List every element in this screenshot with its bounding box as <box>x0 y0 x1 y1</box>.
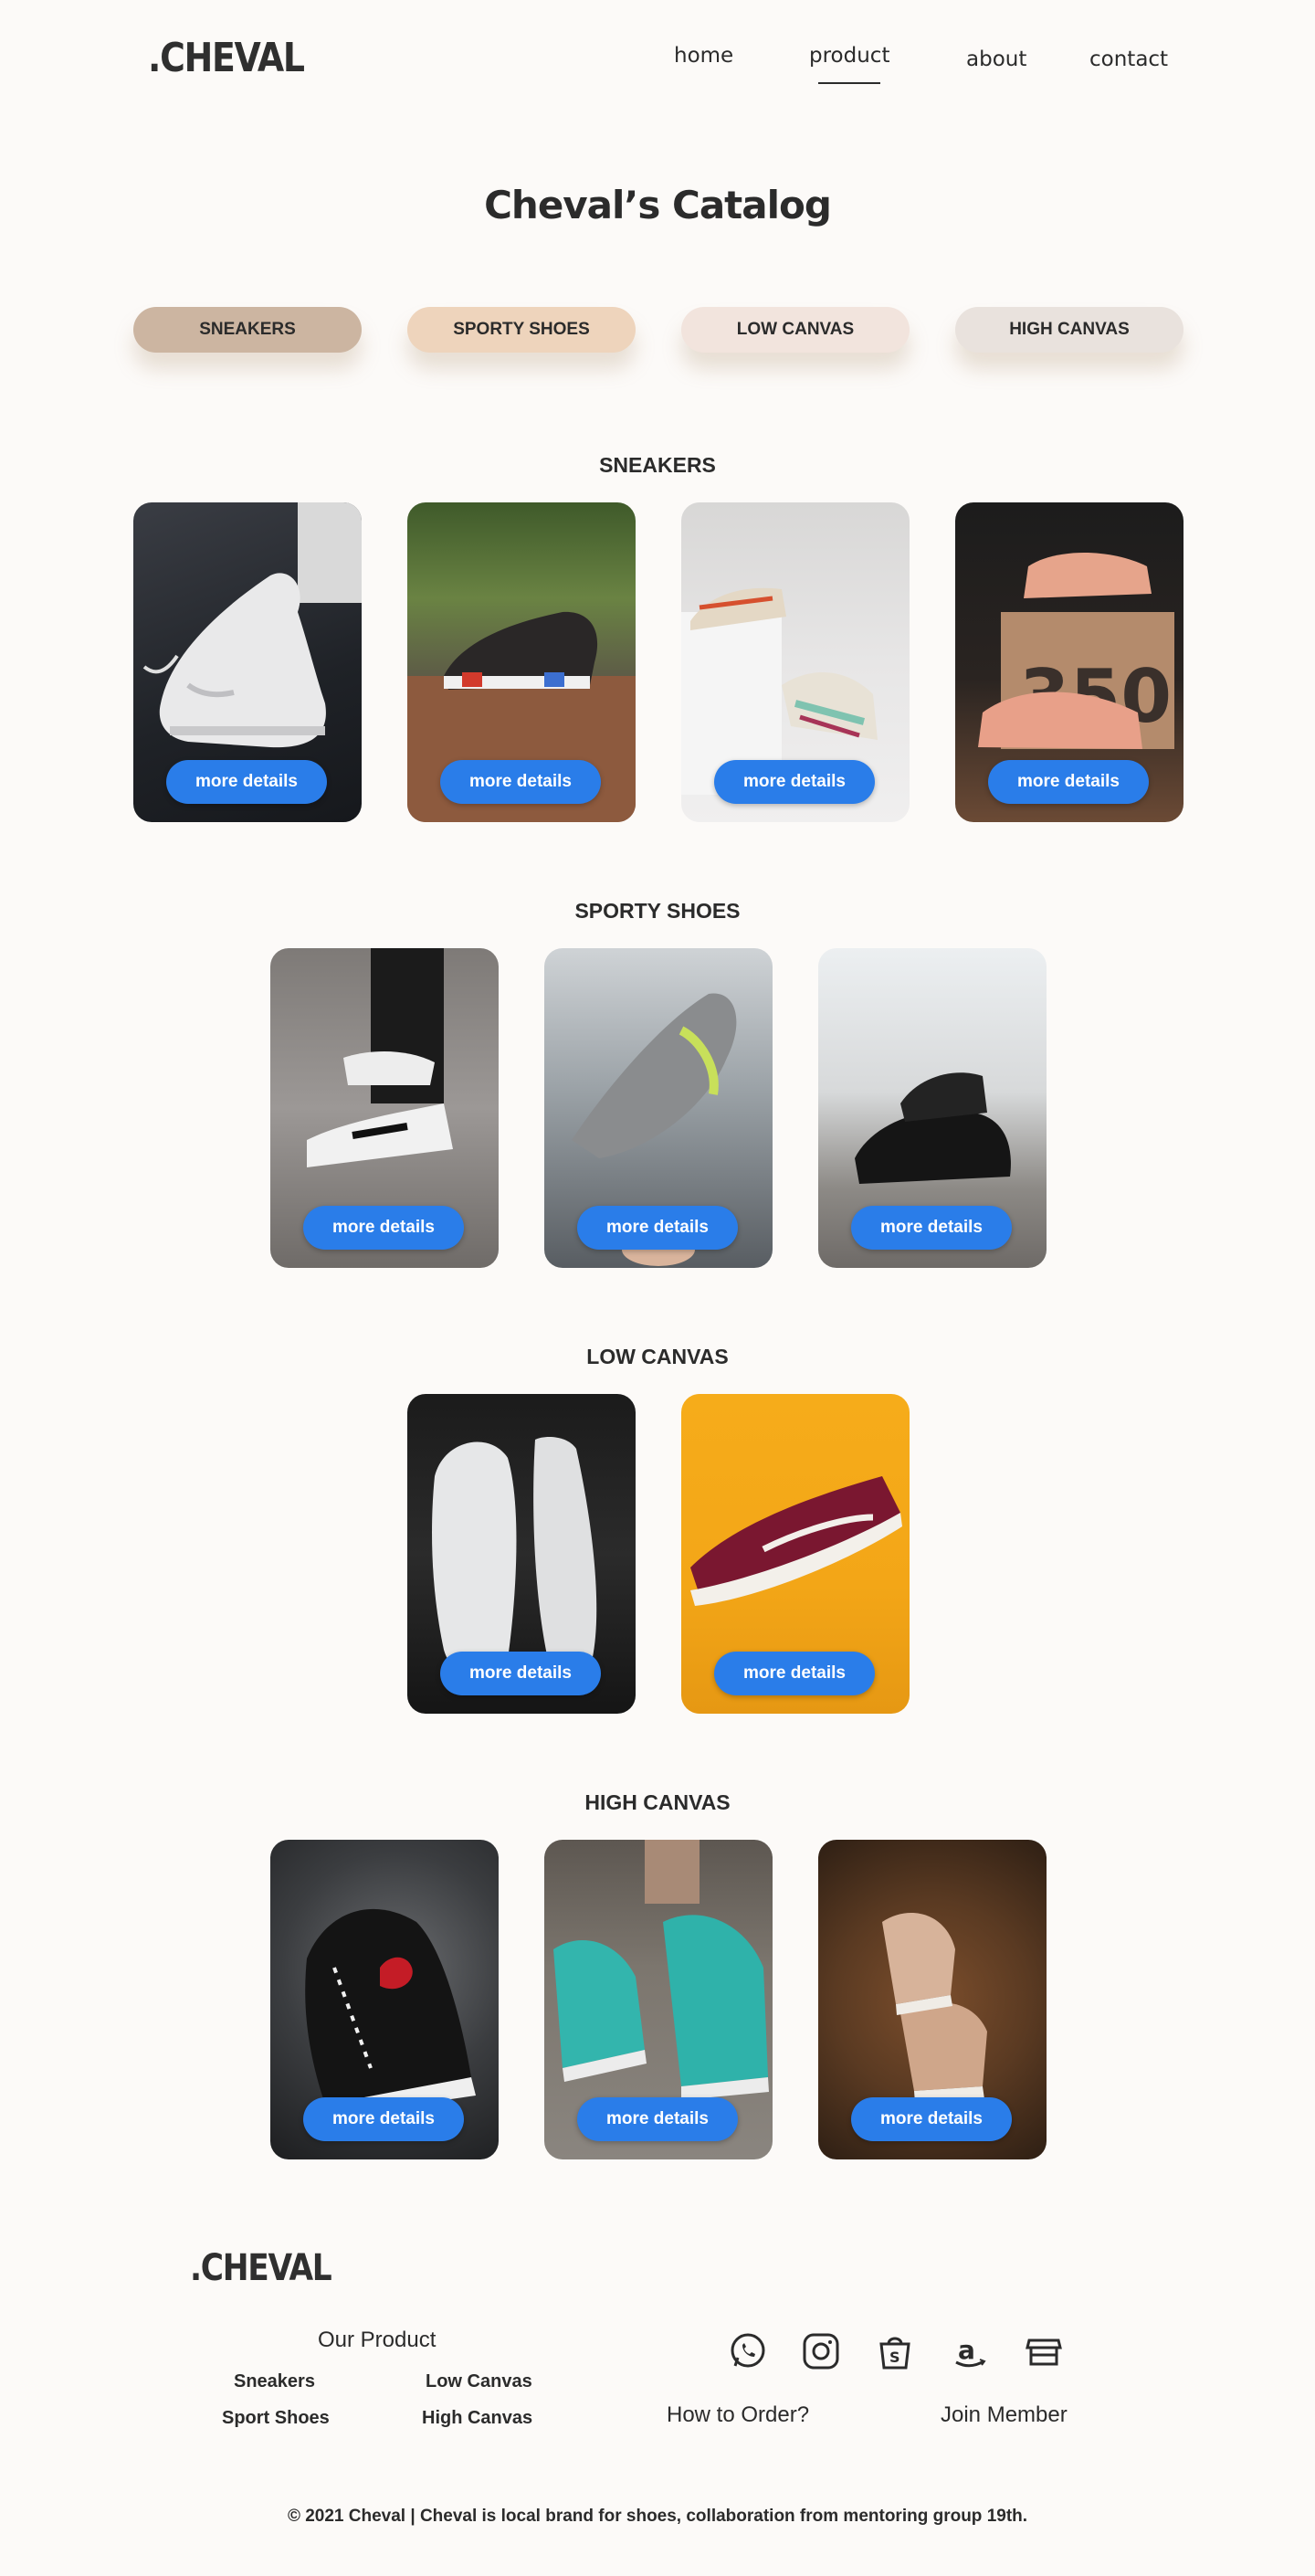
footer-logo[interactable]: .CHEVAL <box>190 2247 332 2289</box>
product-card: more details <box>407 1394 636 1714</box>
section-title-sneakers: SNEAKERS <box>599 453 716 477</box>
product-card: 350 more details <box>955 502 1184 822</box>
more-details-button[interactable]: more details <box>440 760 601 804</box>
category-high-canvas-button[interactable]: HIGH CANVAS <box>955 307 1184 353</box>
store-icon[interactable] <box>1024 2331 1064 2371</box>
footer-link-low-canvas[interactable]: Low Canvas <box>426 2371 532 2392</box>
footer-link-sport-shoes[interactable]: Sport Shoes <box>222 2408 330 2429</box>
more-details-button[interactable]: more details <box>714 760 875 804</box>
copyright-text: © 2021 Cheval | Cheval is local brand fo… <box>287 2507 1028 2526</box>
product-card: more details <box>270 1840 499 2159</box>
more-details-button[interactable]: more details <box>988 760 1149 804</box>
nav-home[interactable]: home <box>674 44 733 68</box>
product-card: more details <box>681 1394 910 1714</box>
more-details-button[interactable]: more details <box>851 1206 1012 1250</box>
more-details-button[interactable]: more details <box>577 1206 738 1250</box>
page-title: Cheval’s Catalog <box>484 183 832 227</box>
more-details-button[interactable]: more details <box>577 2097 738 2141</box>
nav-product[interactable]: product <box>809 44 889 84</box>
product-card: more details <box>818 948 1047 1268</box>
more-details-button[interactable]: more details <box>714 1652 875 1695</box>
more-details-button[interactable]: more details <box>303 2097 464 2141</box>
our-product-heading: Our Product <box>318 2328 437 2352</box>
category-sporty-shoes-button[interactable]: SPORTY SHOES <box>407 307 636 353</box>
instagram-icon[interactable] <box>801 2331 841 2371</box>
more-details-button[interactable]: more details <box>440 1652 601 1695</box>
product-card: more details <box>681 502 910 822</box>
whatsapp-icon[interactable] <box>728 2331 768 2371</box>
category-sneakers-button[interactable]: SNEAKERS <box>133 307 362 353</box>
footer-link-high-canvas[interactable]: High Canvas <box>422 2408 532 2429</box>
site-header: .CHEVAL home product about contact <box>0 0 1315 128</box>
shopee-icon[interactable]: S <box>875 2331 915 2371</box>
category-low-canvas-button[interactable]: LOW CANVAS <box>681 307 910 353</box>
footer-link-sneakers[interactable]: Sneakers <box>234 2371 315 2392</box>
more-details-button[interactable]: more details <box>166 760 327 804</box>
product-card: more details <box>544 948 773 1268</box>
more-details-button[interactable]: more details <box>303 1206 464 1250</box>
product-card: more details <box>407 502 636 822</box>
how-to-order-link[interactable]: How to Order? <box>667 2402 809 2428</box>
product-card: more details <box>818 1840 1047 2159</box>
product-card: more details <box>544 1840 773 2159</box>
nav-contact[interactable]: contact <box>1089 48 1168 71</box>
main-nav: home product about contact <box>0 44 1315 90</box>
more-details-button[interactable]: more details <box>851 2097 1012 2141</box>
nav-about[interactable]: about <box>966 48 1026 71</box>
svg-text:a: a <box>958 2335 975 2365</box>
section-title-high-canvas: HIGH CANVAS <box>584 1790 731 1814</box>
join-member-link[interactable]: Join Member <box>941 2402 1068 2428</box>
product-card: more details <box>133 502 362 822</box>
product-card: more details <box>270 948 499 1268</box>
section-title-sporty-shoes: SPORTY SHOES <box>574 899 741 923</box>
section-title-low-canvas: LOW CANVAS <box>586 1345 729 1368</box>
amazon-icon[interactable]: a <box>950 2331 990 2371</box>
svg-text:S: S <box>889 2349 900 2366</box>
